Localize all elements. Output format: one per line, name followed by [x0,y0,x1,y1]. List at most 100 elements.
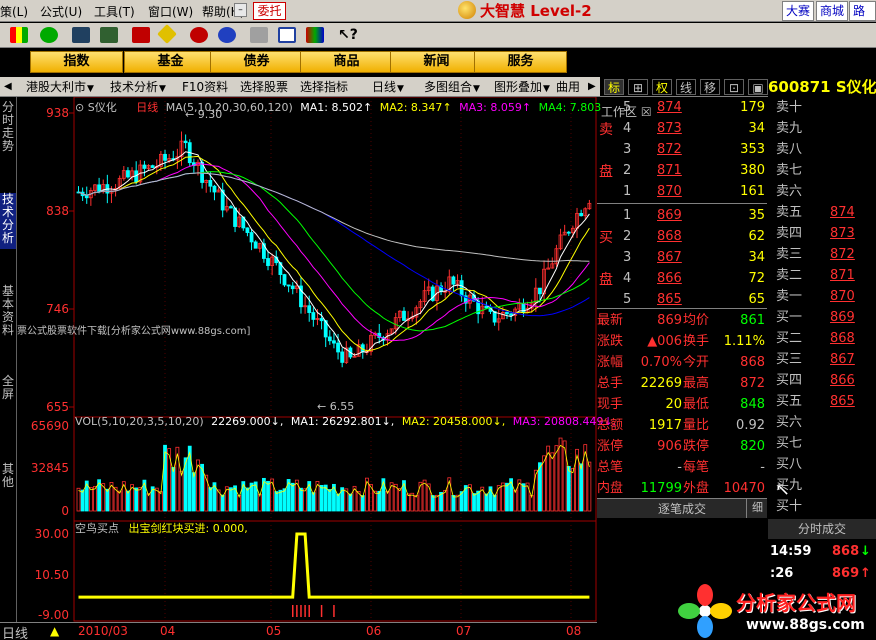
ladder-price[interactable]: 872 [830,244,855,265]
tab-usage[interactable]: 曲用 [556,79,580,95]
alert-icon[interactable] [190,27,208,43]
tab-move[interactable]: 移 [700,79,720,95]
tick-trades-header[interactable]: 逐笔成交 [597,498,767,518]
news-button[interactable]: 新闻 [390,51,483,73]
ask-price[interactable]: 872 [657,139,682,160]
tree-icon[interactable] [100,27,118,43]
tab-other[interactable]: 其他 [0,463,16,491]
window-icon[interactable] [278,27,296,43]
index-button[interactable]: 指数 [30,51,123,73]
ladder-row[interactable]: 买五 865 [768,391,876,412]
ask-row[interactable]: 1 870 161 [597,181,767,202]
triangle-up-icon[interactable]: ▲ [50,624,59,638]
ladder-row[interactable]: 卖三 872 [768,244,876,265]
ladder-row[interactable]: 买一 869 [768,307,876,328]
ladder-row[interactable]: 卖七 [768,160,876,181]
tab-mark[interactable]: 标 [604,79,624,95]
commodity-button[interactable]: 商品 [300,51,393,73]
ask-price[interactable]: 874 [657,97,682,118]
scroll-right-icon[interactable]: ▶ [588,79,596,95]
ladder-row[interactable]: 卖六 [768,181,876,202]
tab-hk-market[interactable]: 港股大利市▼ [26,79,94,95]
tab-select-stock[interactable]: 选择股票 [240,79,288,95]
bid-row[interactable]: 4 866 72 [597,268,767,289]
tab-box[interactable]: ⊡ [724,79,744,95]
ask-row[interactable]: 2 871 380 [597,160,767,181]
ladder-row[interactable]: 卖二 871 [768,265,876,286]
ladder-row[interactable]: 买八 [768,454,876,475]
bid-price[interactable]: 869 [657,205,682,226]
ladder-price[interactable]: 869 [830,307,855,328]
bid-row[interactable]: 3 867 34 [597,247,767,268]
ladder-row[interactable]: 买四 866 [768,370,876,391]
help-cursor-icon[interactable]: ↖? [338,27,358,43]
tab-technical-analysis[interactable]: 技术分析 [0,193,16,249]
tab-fundamentals[interactable]: 基本资料 [0,285,16,341]
menu-strategy[interactable]: 策(L) [0,3,28,20]
service-button[interactable]: 服务 [474,51,567,73]
books-icon[interactable] [306,27,324,43]
ladder-price[interactable]: 870 [830,286,855,307]
tab-rights[interactable]: 权 [652,79,672,95]
ladder-price[interactable]: 873 [830,223,855,244]
kline-chart-area[interactable]: ⊙ S仪化 日线 MA(5,10,20,30,60,120) MA1: 8.50… [17,97,616,622]
fund-button[interactable]: 基金 [124,51,217,73]
ladder-row[interactable]: 卖十 [768,97,876,118]
ladder-price[interactable]: 868 [830,328,855,349]
flag-icon[interactable] [132,27,150,43]
scroll-left-icon[interactable]: ◀ [4,79,12,95]
ladder-price[interactable]: 874 [830,202,855,223]
ladder-row[interactable]: 买六 [768,412,876,433]
ladder-row[interactable]: 买七 [768,433,876,454]
ladder-row[interactable]: 卖一 870 [768,286,876,307]
ladder-price[interactable]: 871 [830,265,855,286]
ask-price[interactable]: 873 [657,118,682,139]
bid-row[interactable]: 5 865 65 [597,289,767,310]
tab-intraday[interactable]: 分时走势 [0,101,16,157]
tab-line[interactable]: 线 [676,79,696,95]
ladder-price[interactable]: 867 [830,349,855,370]
diamond-icon[interactable] [157,24,177,44]
minimize-icon[interactable]: – [234,3,247,17]
ladder-price[interactable]: 866 [830,370,855,391]
tab-f10[interactable]: F10资料 [182,79,228,95]
tab-daily[interactable]: 日线▼ [372,79,404,95]
ask-row[interactable]: 4 873 34 [597,118,767,139]
bid-price[interactable]: 866 [657,268,682,289]
ladder-row[interactable]: 买二 868 [768,328,876,349]
ask-price[interactable]: 870 [657,181,682,202]
menu-formula[interactable]: 公式(U) [40,3,82,20]
info-icon[interactable] [218,27,236,43]
ask-row[interactable]: 5 874 179 [597,97,767,118]
layout-icon[interactable] [40,27,58,43]
quote-icon[interactable] [10,27,28,43]
tab-multi-chart[interactable]: 多图组合▼ [424,79,480,95]
tab-overlay[interactable]: 图形叠加▼ [494,79,550,95]
ladder-row[interactable]: 卖四 873 [768,223,876,244]
tab-fullscreen[interactable]: 全屏 [0,375,16,403]
ladder-row[interactable]: 买十 [768,496,876,517]
bid-row[interactable]: 1 869 35 [597,205,767,226]
weituo-button[interactable]: 委托 [253,2,286,20]
menu-window[interactable]: 窗口(W) [148,3,193,20]
ask-row[interactable]: 3 872 353 [597,139,767,160]
contest-button[interactable]: 大赛 [782,1,815,21]
timesales-header[interactable]: 分时成交 [768,519,876,539]
print-icon[interactable] [250,27,268,43]
ask-price[interactable]: 871 [657,160,682,181]
tab-select-indicator[interactable]: 选择指标 [300,79,348,95]
ladder-row[interactable]: 卖八 [768,139,876,160]
ladder-row[interactable]: 买三 867 [768,349,876,370]
tab-technical[interactable]: 技术分析▼ [110,79,166,95]
roadshow-button[interactable]: 路演 [849,1,876,36]
ladder-price[interactable]: 865 [830,391,855,412]
tab-grid[interactable]: ⊞ [628,79,648,95]
bottom-period-label[interactable]: 日线 [2,623,28,640]
bid-row[interactable]: 2 868 62 [597,226,767,247]
ladder-row[interactable]: 买九 [768,475,876,496]
mall-button[interactable]: 商城 [816,1,849,21]
bond-button[interactable]: 债券 [210,51,303,73]
bid-price[interactable]: 868 [657,226,682,247]
tick-detail-button[interactable]: 细 [746,498,768,518]
ladder-row[interactable]: 卖九 [768,118,876,139]
